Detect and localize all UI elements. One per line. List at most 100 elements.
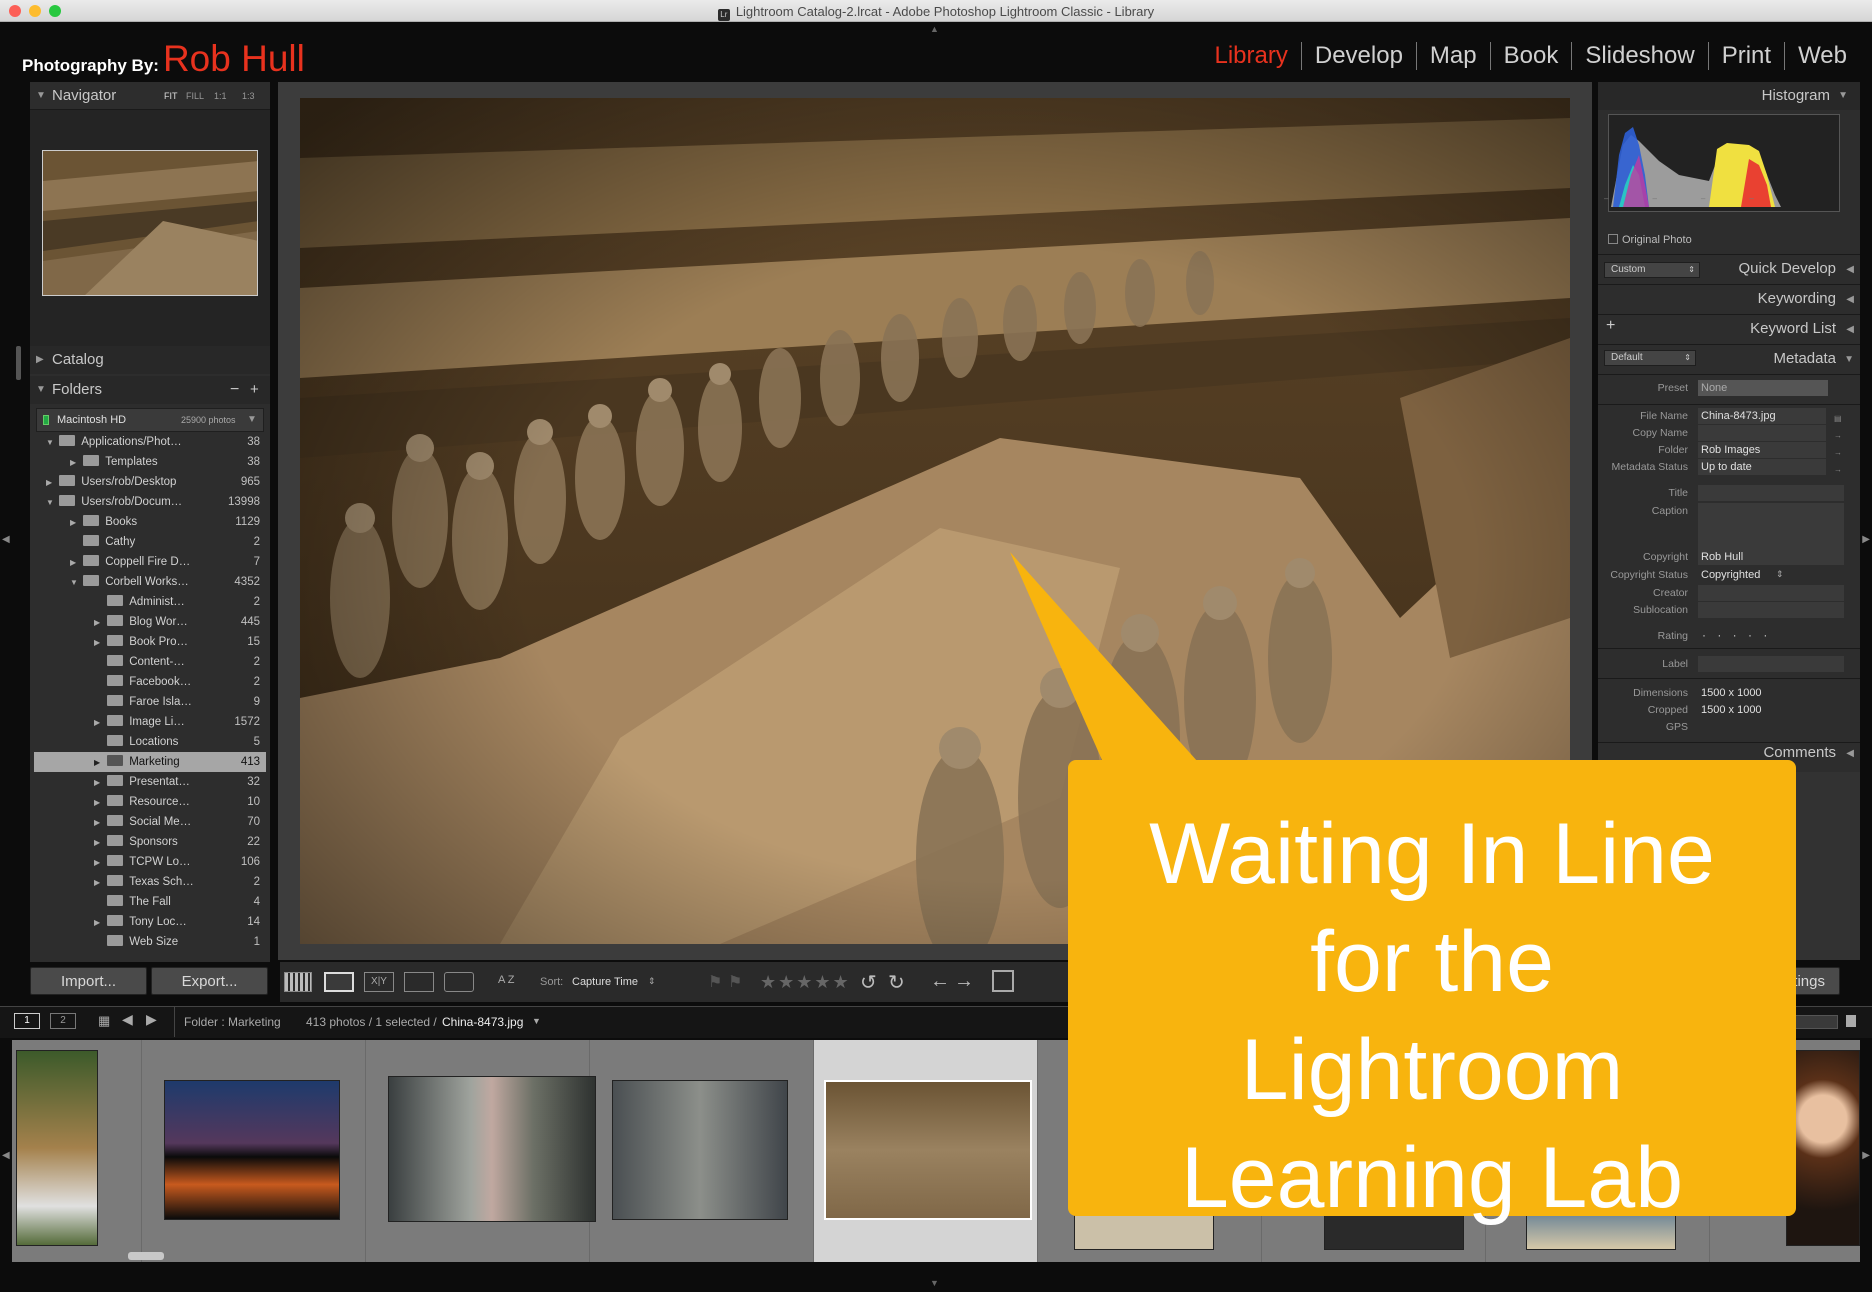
folder-row[interactable]: ▶ Book Pro… 15 [34,632,266,652]
md-copyright-status-select[interactable]: Copyrighted [1698,567,1776,583]
original-photo-checkbox[interactable]: Original Photo [1608,234,1692,246]
folder-row-selected[interactable]: ▶ Marketing 413 [34,752,266,772]
quick-develop-header[interactable]: Quick Develop [1738,260,1836,277]
folder-row[interactable]: ▶ Presentat… 32 [34,772,266,792]
keywording-header[interactable]: Keywording [1758,290,1836,307]
folder-row[interactable]: ▶ Blog Wor… 445 [34,612,266,632]
secondary-window-button[interactable]: 2 [50,1013,76,1029]
folder-row[interactable]: Web Size 1 [34,932,266,952]
folder-row[interactable]: Content-… 2 [34,652,266,672]
module-book[interactable]: Book [1489,42,1572,70]
md-sublocation-field[interactable] [1698,602,1844,618]
survey-view-icon[interactable] [404,972,434,992]
flag-pick-icon[interactable]: ⚑ [708,972,722,992]
chevron-down-icon[interactable]: ▼ [532,1016,541,1026]
collapse-right-panel-icon[interactable]: ▶ [1862,534,1870,545]
md-copyright-field[interactable]: Rob Hull [1698,549,1844,565]
rating-stars-icon[interactable]: ★★★★★ [760,972,851,993]
people-view-icon[interactable] [444,972,474,992]
grid-view-icon[interactable] [284,972,312,992]
md-color-label-field[interactable] [1698,656,1844,672]
folder-row[interactable]: ▶ Users/rob/Desktop 965 [34,472,266,492]
folder-row[interactable]: Faroe Isla… 9 [34,692,266,712]
folder-row[interactable]: ▶ Social Me… 70 [34,812,266,832]
export-button[interactable]: Export... [151,967,268,995]
md-preset-dropdown[interactable]: None [1698,380,1828,396]
metadata-preset-select[interactable]: Default ⇕ [1604,350,1696,366]
primary-window-button[interactable]: 1 [14,1013,40,1029]
folder-row[interactable]: ▶ Texas Sch… 2 [34,872,266,892]
volume-bar[interactable]: Macintosh HD 25900 photos ▼ [36,408,264,432]
md-creator-field[interactable] [1698,585,1844,601]
rotate-right-icon[interactable]: ↻ [888,970,905,995]
add-keyword-button[interactable]: + [1606,317,1615,335]
add-folder-button[interactable]: + [250,376,259,404]
collapse-top-panel-icon[interactable]: ▲ [930,24,939,34]
folder-row[interactable]: ▶ Resource… 10 [34,792,266,812]
back-arrow-icon[interactable]: ◀ [122,1011,133,1028]
folder-row[interactable]: ▶ TCPW Lo… 106 [34,852,266,872]
quick-develop-preset-select[interactable]: Custom ⇕ [1604,262,1700,278]
folder-row[interactable]: Locations 5 [34,732,266,752]
folder-row[interactable]: Cathy 2 [34,532,266,552]
filmstrip-cell-selected[interactable] [814,1040,1038,1262]
filmstrip-cell[interactable] [12,1040,142,1262]
folder-row[interactable]: ▼ Corbell Works… 4352 [34,572,266,592]
md-filename-field[interactable]: China-8473.jpg [1698,408,1826,424]
zoom-fit[interactable]: FIT [164,82,178,110]
impromptu-slideshow-icon[interactable] [992,970,1014,992]
zoom-fill[interactable]: FILL [186,82,204,110]
previous-photo-icon[interactable]: ← [930,970,950,993]
filmstrip-cell[interactable] [142,1040,366,1262]
filmstrip-filename[interactable]: China-8473.jpg [442,1015,523,1029]
zoom-1-3[interactable]: 1:3 [242,82,255,110]
filmstrip-cell[interactable] [590,1040,814,1262]
collapse-right-filmstrip-icon[interactable]: ▶ [1862,1150,1870,1161]
grid-icon[interactable]: ▦ [98,1013,110,1029]
rotate-left-icon[interactable]: ↺ [860,970,877,995]
folder-row[interactable]: ▶ Image Li… 1572 [34,712,266,732]
volume-menu-icon[interactable]: ▼ [247,409,257,431]
md-title-field[interactable] [1698,485,1844,501]
folder-row[interactable]: ▶ Templates 38 [34,452,266,472]
md-folder-field[interactable]: Rob Images [1698,442,1826,458]
md-copyname-field[interactable] [1698,425,1826,441]
module-library[interactable]: Library [1202,42,1301,70]
zoom-1-1[interactable]: 1:1 [214,82,227,110]
filmstrip-scrollbar[interactable] [128,1252,164,1260]
collapse-left-filmstrip-icon[interactable]: ◀ [2,1150,10,1161]
md-action-icons[interactable]: ▤ → → → [1834,410,1844,476]
module-map[interactable]: Map [1415,42,1490,70]
remove-folder-button[interactable]: − [230,376,239,404]
sort-direction-icon[interactable]: A Z [498,974,515,986]
filter-lock-icon[interactable] [1846,1015,1856,1027]
next-photo-icon[interactable]: → [954,970,974,993]
flag-reject-icon[interactable]: ⚑ [728,972,742,992]
folder-row[interactable]: ▼ Applications/Phot… 38 [34,432,266,452]
import-button[interactable]: Import... [30,967,147,995]
md-rating-stars[interactable]: · · · · · [1702,628,1771,642]
folder-row[interactable]: ▶ Tony Loc… 14 [34,912,266,932]
md-caption-field[interactable] [1698,503,1844,555]
folder-row[interactable]: The Fall 4 [34,892,266,912]
folder-row[interactable]: Facebook… 2 [34,672,266,692]
sort-select[interactable]: Capture Time [572,976,638,988]
folder-row[interactable]: ▶ Coppell Fire D… 7 [34,552,266,572]
forward-arrow-icon[interactable]: ▶ [146,1011,157,1028]
collapse-bottom-panel-icon[interactable]: ▼ [930,1278,939,1288]
left-panel-scrollbar[interactable] [16,346,21,380]
collapse-left-panel-icon[interactable]: ◀ [2,534,10,545]
module-print[interactable]: Print [1707,42,1784,70]
filter-preset-select[interactable] [1790,1015,1838,1029]
keyword-list-header[interactable]: Keyword List [1750,320,1836,337]
catalog-header[interactable]: ▶ Catalog [30,346,270,374]
folder-row[interactable]: Administ… 2 [34,592,266,612]
metadata-header[interactable]: Metadata [1773,350,1836,367]
loupe-view-icon[interactable] [324,972,354,992]
histogram-header[interactable]: Histogram ▼ [1598,82,1860,110]
compare-view-icon[interactable]: X|Y [364,972,394,992]
folder-row[interactable]: ▼ Users/rob/Docum… 13998 [34,492,266,512]
folder-row[interactable]: ▶ Books 1129 [34,512,266,532]
module-slideshow[interactable]: Slideshow [1571,42,1707,70]
navigator-header[interactable]: ▼ Navigator FIT FILL 1:1 1:3 [30,82,270,110]
